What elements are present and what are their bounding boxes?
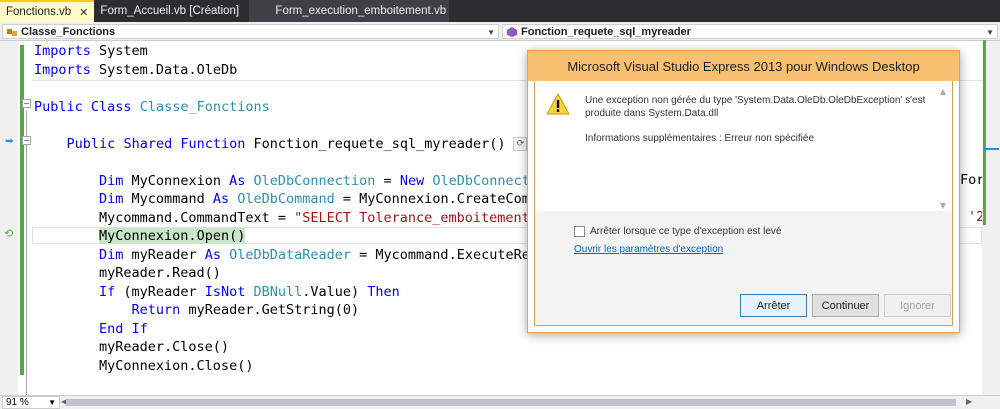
continue-button[interactable]: Continuer — [812, 294, 879, 317]
dialog-body: Une exception non gérée du type 'System.… — [534, 81, 953, 326]
exception-message: Une exception non gérée du type 'System.… — [585, 95, 926, 119]
code-line[interactable]: myReader.Close() — [34, 338, 538, 357]
exception-details: Informations supplémentaires : Erreur no… — [585, 133, 815, 144]
code-line[interactable]: MyConnexion.Open() — [34, 227, 538, 246]
collapse-icon[interactable]: − — [22, 99, 31, 108]
code-line[interactable]: Mycommand.CommandText = "SELECT Toleranc… — [34, 209, 538, 228]
scroll-up-icon[interactable]: ▲ — [940, 87, 946, 96]
exception-message-box: Une exception non gérée du type 'System.… — [535, 81, 952, 211]
code-line[interactable]: Public Class Classe_Fonctions — [34, 98, 538, 117]
class-dropdown-value: Classe_Fonctions — [21, 25, 116, 38]
close-icon[interactable]: ✕ — [79, 6, 88, 19]
break-on-exception-checkbox[interactable] — [574, 226, 585, 237]
code-line[interactable] — [34, 116, 538, 135]
exception-dialog: Microsoft Visual Studio Express 2013 pou… — [527, 50, 960, 333]
document-tab-bar: Fonctions.vb ✕ Form_Accueil.vb [Création… — [0, 0, 1000, 22]
chevron-down-icon: ▼ — [487, 28, 495, 37]
change-tracking-bar — [20, 45, 24, 375]
open-exception-settings-link[interactable]: Ouvrir les paramètres d'exception — [574, 244, 723, 255]
chevron-down-icon: ▼ — [48, 398, 56, 407]
exception-arrow-icon: ⟲ — [4, 227, 14, 240]
checkbox-label: Arrêter lorsque ce type d'exception est … — [590, 226, 782, 237]
glyph-margin[interactable] — [0, 41, 18, 395]
dialog-title: Microsoft Visual Studio Express 2013 pou… — [528, 51, 959, 81]
code-line[interactable]: MyConnexion.Close() — [34, 357, 538, 376]
scroll-down-icon[interactable]: ▼ — [940, 201, 946, 210]
caret-marker — [984, 148, 999, 150]
tab-label: Form_execution_emboitement.vb — [275, 5, 447, 17]
collapse-icon[interactable]: − — [22, 136, 31, 145]
codelens-icon[interactable]: ⟳ — [513, 136, 528, 151]
zoom-value: 91 % — [6, 397, 29, 408]
member-dropdown-value: Fonction_requete_sql_myreader — [521, 25, 691, 38]
tab-label: Form_Accueil.vb [Création] — [100, 5, 240, 17]
code-line[interactable]: Imports System.Data.OleDb — [34, 61, 538, 80]
zoom-combo[interactable]: 91 % ▼ — [2, 396, 60, 409]
break-on-exception-option[interactable]: Arrêter lorsque ce type d'exception est … — [574, 226, 781, 237]
code-line[interactable] — [34, 153, 538, 172]
tab-label: Fonctions.vb — [6, 6, 72, 18]
code-line[interactable]: Dim MyConnexion As OleDbConnection = New… — [34, 172, 538, 191]
code-line[interactable]: Public Shared Function Fonction_requete_… — [34, 135, 538, 154]
scroll-right-icon[interactable]: ▶ — [966, 397, 972, 406]
warning-icon — [546, 93, 570, 115]
change-marker — [983, 40, 986, 225]
code-line[interactable]: Dim Mycommand As OleDbCommand = MyConnex… — [34, 190, 538, 209]
class-icon — [7, 28, 17, 36]
tab-form-execution-emboitement[interactable]: Form_execution_emboitement.vb — [249, 0, 450, 22]
code-overflow-fragment: For — [960, 172, 985, 188]
method-icon — [507, 26, 517, 37]
horizontal-scrollbar-thumb[interactable] — [66, 399, 956, 406]
outline-line — [26, 111, 27, 395]
code-line[interactable]: Return myReader.GetString(0) — [34, 301, 538, 320]
tab-fonctions-vb[interactable]: Fonctions.vb ✕ — [0, 0, 95, 22]
code-line[interactable]: End If — [34, 320, 538, 339]
code-text[interactable]: Imports System Imports System.Data.OleDb … — [34, 42, 538, 375]
editor-bottom-bar: 91 % ▼ ◀ ▶ — [0, 395, 1000, 409]
member-dropdown[interactable]: Fonction_requete_sql_myreader ▼ — [502, 24, 998, 39]
chevron-down-icon: ▼ — [986, 28, 994, 37]
code-line[interactable]: myReader.Read() — [34, 264, 538, 283]
class-dropdown[interactable]: Classe_Fonctions ▼ — [2, 24, 499, 39]
code-line[interactable]: Imports System — [34, 42, 538, 61]
code-line[interactable]: Dim myReader As OleDbDataReader = Mycomm… — [34, 246, 538, 265]
break-button[interactable]: Arrêter — [740, 294, 807, 317]
ignore-button[interactable]: Ignorer — [884, 294, 951, 317]
navigation-bar: Classe_Fonctions ▼ Fonction_requete_sql_… — [0, 22, 1000, 41]
tab-form-accueil[interactable]: Form_Accueil.vb [Création] — [94, 0, 249, 22]
code-line[interactable] — [34, 79, 538, 98]
code-line[interactable]: If (myReader IsNot DBNull.Value) Then — [34, 283, 538, 302]
bookmark-arrow-icon: ➡ — [5, 136, 14, 147]
